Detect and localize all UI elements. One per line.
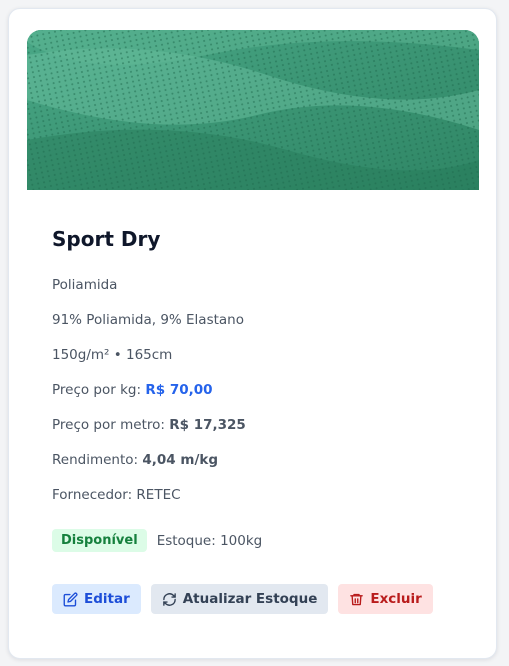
stock-amount: Estoque: 100kg	[156, 532, 263, 549]
price-per-meter: Preço por metro: R$ 17,325	[52, 417, 246, 433]
fabric-image	[27, 30, 479, 190]
refresh-icon	[162, 592, 177, 607]
delete-button-label: Excluir	[370, 591, 422, 607]
price-per-kg: Preço por kg: R$ 70,00	[52, 382, 213, 398]
supplier: Fornecedor: RETEC	[52, 487, 181, 503]
specs: 150g/m² • 165cm	[52, 347, 173, 363]
edit-button-label: Editar	[84, 591, 130, 607]
material-name: Sport Dry	[52, 227, 161, 251]
yield-label: Rendimento:	[52, 452, 143, 468]
status-badge: Disponível	[52, 529, 147, 552]
yield: Rendimento: 4,04 m/kg	[52, 452, 218, 468]
update-stock-button-label: Atualizar Estoque	[182, 591, 318, 607]
price-per-kg-value: R$ 70,00	[145, 382, 213, 398]
price-per-meter-value: R$ 17,325	[169, 417, 246, 433]
edit-icon	[63, 592, 78, 607]
trash-icon	[349, 592, 364, 607]
composition-type: Poliamida	[52, 277, 118, 293]
delete-button[interactable]: Excluir	[338, 584, 433, 614]
update-stock-button[interactable]: Atualizar Estoque	[150, 584, 329, 614]
yield-value: 4,04 m/kg	[142, 452, 219, 468]
price-per-meter-label: Preço por metro:	[52, 417, 170, 433]
edit-button[interactable]: Editar	[52, 584, 141, 614]
composition: 91% Poliamida, 9% Elastano	[52, 312, 244, 328]
action-buttons: Editar Atualizar Estoque Excluir	[52, 584, 433, 614]
price-per-kg-label: Preço por kg:	[52, 382, 146, 398]
fabric-card: Sport Dry Poliamida 91% Poliamida, 9% El…	[8, 8, 497, 659]
status-row: Disponível Estoque: 100kg	[52, 529, 262, 552]
